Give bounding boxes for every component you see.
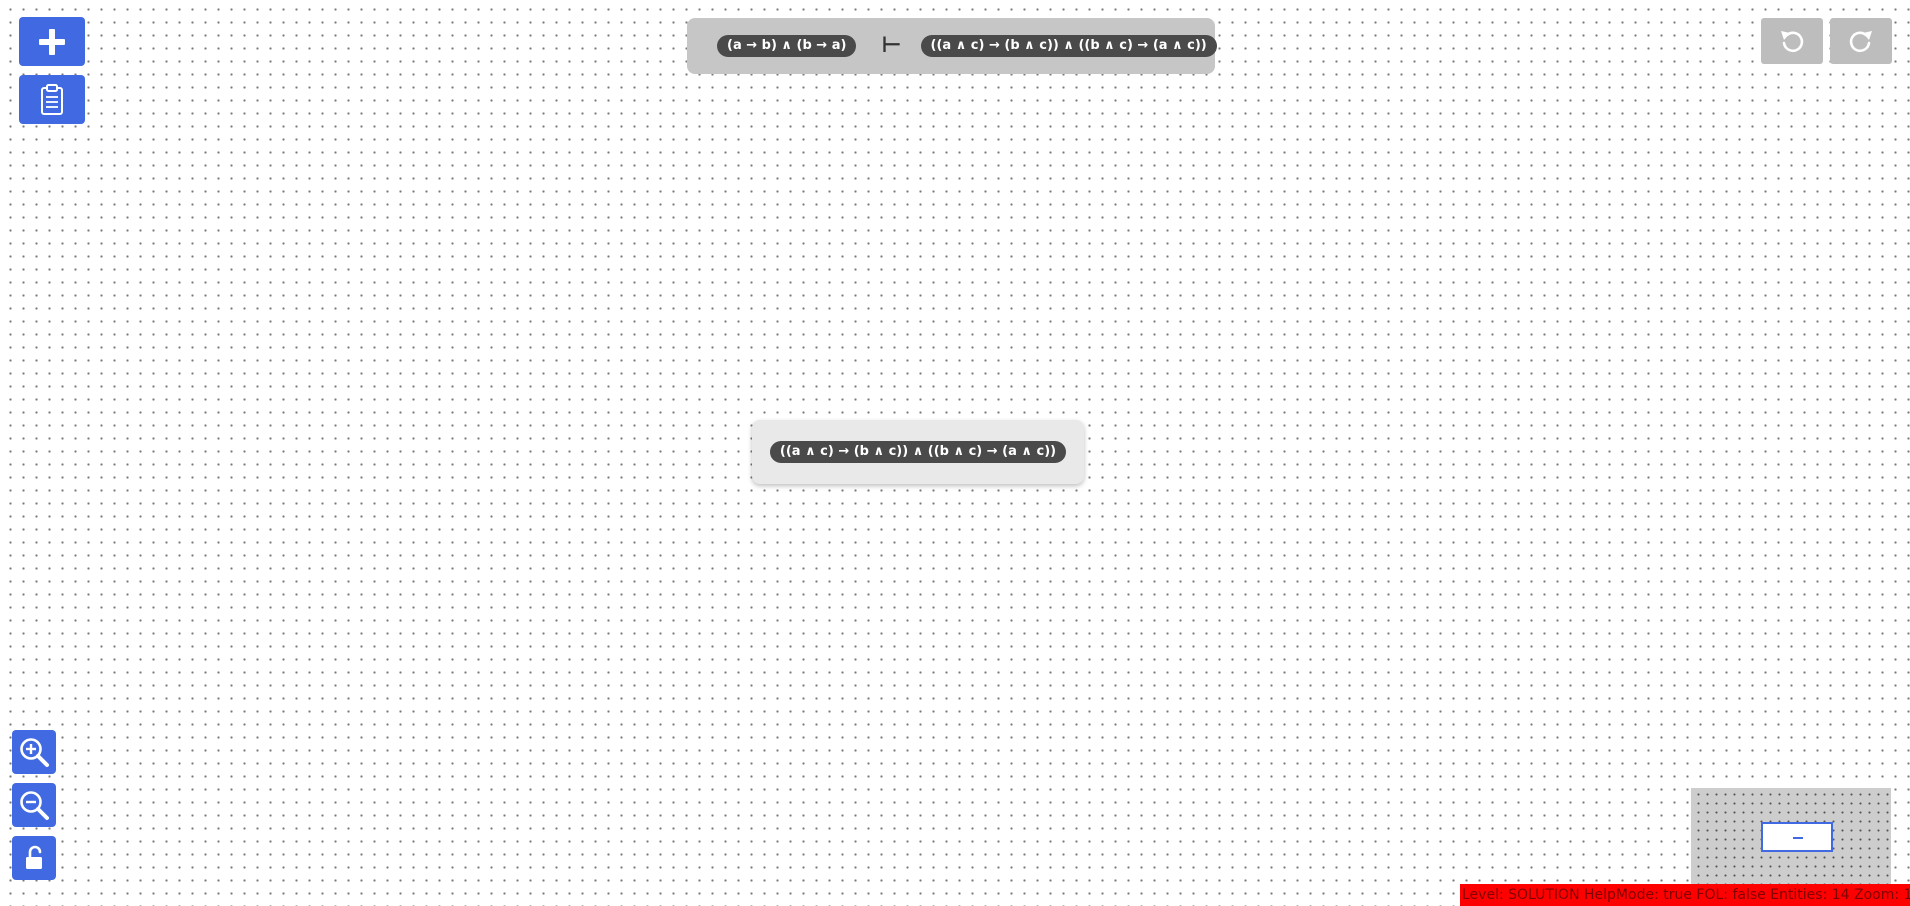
conclusion-formula[interactable]: ((a ∧ c) → (b ∧ c)) ∧ ((b ∧ c) → (a ∧ c)… <box>920 35 1217 57</box>
redo-icon <box>1849 31 1872 53</box>
notes-button[interactable] <box>19 75 85 124</box>
minimap[interactable] <box>1691 788 1891 884</box>
minimap-node-marker <box>1793 837 1803 839</box>
lock-toggle-button[interactable] <box>12 836 56 880</box>
minimap-viewport[interactable] <box>1761 822 1833 852</box>
undo-button[interactable] <box>1761 18 1823 64</box>
node-formula[interactable]: ((a ∧ c) → (b ∧ c)) ∧ ((b ∧ c) → (a ∧ c)… <box>769 441 1067 463</box>
turnstile-symbol: ⊢ <box>881 33 902 58</box>
premise-formula[interactable]: (a → b) ∧ (b → a) <box>717 35 857 57</box>
redo-button[interactable] <box>1830 18 1892 64</box>
add-button[interactable] <box>19 17 85 66</box>
zoom-in-button[interactable] <box>12 730 56 774</box>
plus-icon <box>39 28 65 55</box>
clipboard-icon <box>41 83 63 115</box>
zoom-out-button[interactable] <box>12 783 56 827</box>
zoom-in-icon <box>20 738 49 767</box>
unlock-icon <box>26 845 42 869</box>
debug-status-bar: Level: SOLUTION HelpMode: true FOL: fals… <box>1460 884 1910 906</box>
goal-bar: (a → b) ∧ (b → a) ⊢ ((a ∧ c) → (b ∧ c)) … <box>687 18 1217 74</box>
formula-node[interactable]: ((a ∧ c) → (b ∧ c)) ∧ ((b ∧ c) → (a ∧ c)… <box>752 420 1084 484</box>
undo-icon <box>1781 31 1804 53</box>
zoom-out-icon <box>20 791 49 820</box>
